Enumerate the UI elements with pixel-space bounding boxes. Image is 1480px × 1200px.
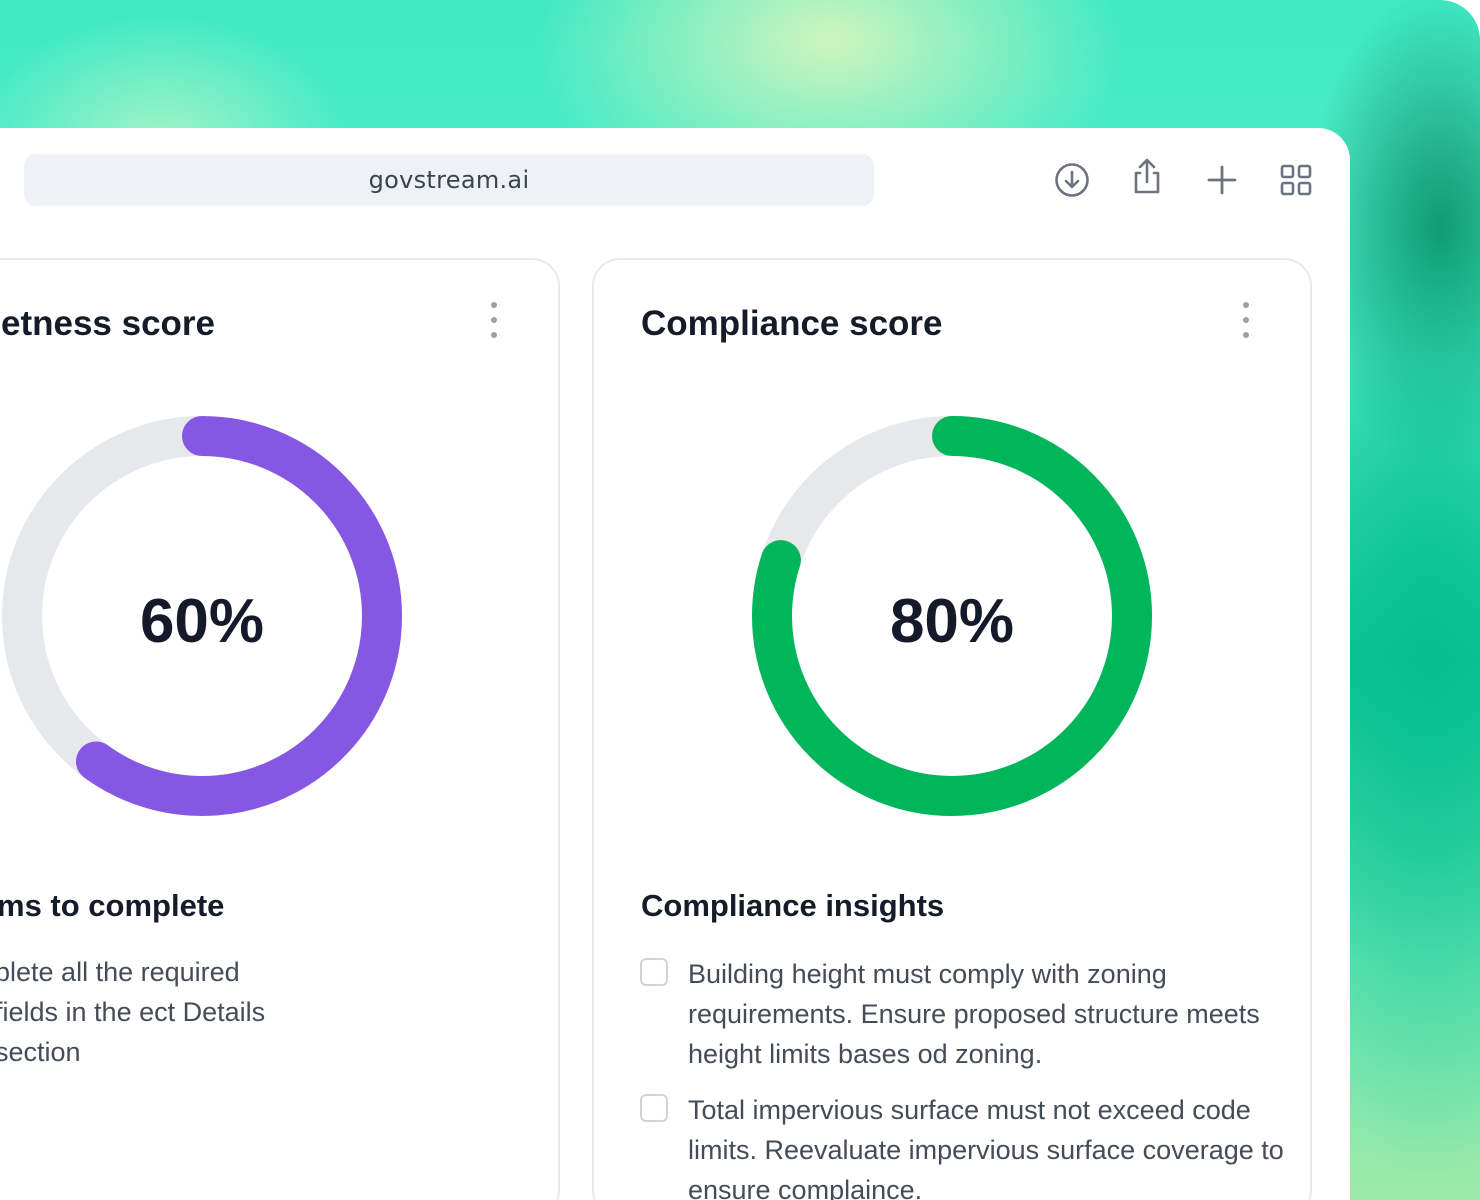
compliance-score-card: Compliance score 80% Compliance insights… <box>592 258 1312 1200</box>
score-value: 80% <box>889 587 1015 656</box>
browser-window: govstream.ai etness score 60% ms to comp… <box>0 128 1350 1200</box>
insight-text: Building height must comply with zoning … <box>688 959 1260 1069</box>
insight-text: Total impervious surface must not exceed… <box>688 1095 1284 1200</box>
score-value: 60% <box>139 587 265 656</box>
address-bar[interactable]: govstream.ai <box>24 154 874 206</box>
grid-icon[interactable] <box>1276 160 1316 200</box>
more-options-icon[interactable] <box>1234 300 1258 340</box>
share-icon[interactable] <box>1127 156 1167 196</box>
section-title: Compliance insights <box>641 888 945 923</box>
more-options-icon[interactable] <box>482 300 506 340</box>
completeness-score-card: etness score 60% ms to complete plete al… <box>0 258 560 1200</box>
insight-checkbox[interactable] <box>640 958 668 986</box>
download-icon[interactable] <box>1052 160 1092 200</box>
card-title: etness score <box>1 304 216 343</box>
section-title: ms to complete <box>0 888 225 923</box>
insight-checkbox[interactable] <box>640 1094 668 1122</box>
card-title: Compliance score <box>641 304 943 343</box>
plus-icon[interactable] <box>1202 160 1242 200</box>
item-text: plete all the required fields in the ect… <box>0 957 266 1067</box>
